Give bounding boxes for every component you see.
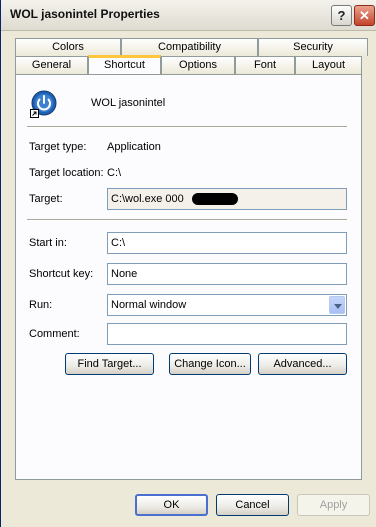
tab-font[interactable]: Font (235, 56, 295, 74)
target-type-value: Application (107, 141, 161, 153)
shortcut-key-label: Shortcut key: (29, 268, 94, 280)
redaction-mark (192, 193, 238, 205)
comment-input[interactable] (107, 323, 347, 345)
tab-layout[interactable]: Layout (295, 56, 362, 74)
ok-button[interactable]: OK (135, 494, 208, 516)
run-select[interactable]: Normal window (107, 294, 347, 316)
tab-compatibility[interactable]: Compatibility (121, 38, 258, 56)
start-in-input[interactable]: C:\ (107, 232, 347, 254)
target-location-value: C:\ (107, 167, 122, 179)
shortcut-key-input[interactable]: None (107, 263, 347, 285)
separator (27, 219, 347, 221)
title-bar[interactable]: WOL jasonintel Properties ? ✕ (1, 0, 376, 31)
start-in-label: Start in: (29, 237, 67, 249)
tab-options[interactable]: Options (161, 56, 235, 74)
shortcut-tab-panel: WOL jasonintel Target type: Application … (15, 74, 362, 480)
tab-row-back: Colors Compatibility Security (15, 38, 368, 56)
advanced-button[interactable]: Advanced... (258, 353, 347, 375)
tab-colors[interactable]: Colors (15, 38, 121, 56)
cancel-button[interactable]: Cancel (216, 494, 289, 516)
find-target-button[interactable]: Find Target... (65, 353, 154, 375)
target-input[interactable]: C:\wol.exe 000 (107, 188, 347, 210)
tab-security[interactable]: Security (258, 38, 368, 56)
target-label: Target: (29, 193, 63, 205)
close-button[interactable]: ✕ (354, 5, 375, 26)
target-location-label: Target location: (29, 167, 104, 179)
run-label: Run: (29, 299, 53, 311)
apply-button[interactable]: Apply (297, 494, 370, 516)
tab-row-front: General Shortcut Options Font Layout (15, 55, 362, 74)
target-type-label: Target type: (29, 141, 87, 153)
target-input-text: C:\wol.exe 000 (111, 193, 184, 205)
help-button[interactable]: ? (331, 5, 352, 26)
shortcut-arrow-icon (30, 109, 39, 118)
run-select-value: Normal window (111, 299, 187, 311)
change-icon-button[interactable]: Change Icon... (169, 353, 251, 375)
window-title: WOL jasonintel Properties (10, 7, 160, 21)
tab-shortcut[interactable]: Shortcut (88, 55, 161, 74)
separator (27, 126, 347, 128)
properties-dialog: WOL jasonintel Properties ? ✕ Colors Com… (0, 0, 376, 527)
shortcut-name: WOL jasonintel (91, 97, 166, 109)
tab-general[interactable]: General (15, 56, 88, 74)
comment-label: Comment: (29, 328, 80, 340)
chevron-down-icon[interactable] (329, 296, 345, 314)
